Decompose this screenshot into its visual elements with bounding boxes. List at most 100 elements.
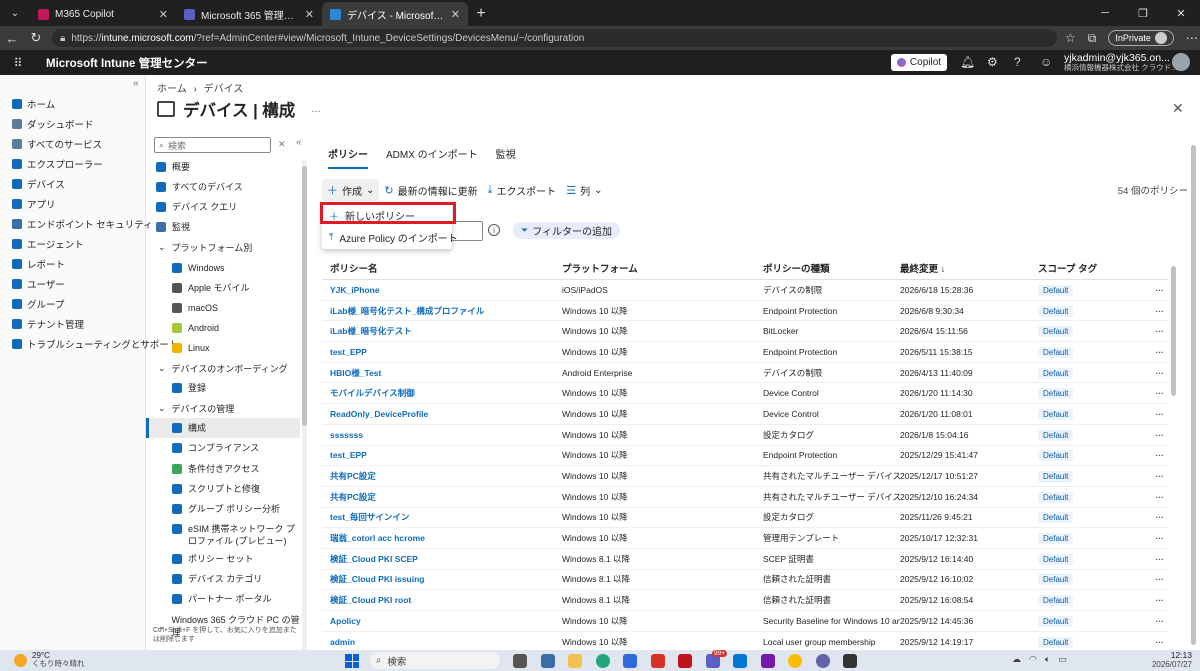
table-row[interactable]: YJK_iPhone iOS/iPadOS デバイスの制限 2026/6/18 15:…	[322, 280, 1168, 301]
clear-search-icon[interactable]: ✕	[278, 139, 286, 150]
onedrive-icon[interactable]: ☁	[1012, 654, 1021, 665]
policy-name-link[interactable]: YJK_iPhone	[322, 285, 562, 295]
columns-button[interactable]: ☰ 列 ⌄	[561, 179, 607, 201]
scrollbar-thumb[interactable]	[302, 166, 307, 426]
mcafee-icon[interactable]	[678, 654, 692, 668]
policy-name-link[interactable]: iLab様_暗号化テスト	[322, 325, 562, 337]
policy-name-link[interactable]: 瑞翁_cotorl acc hcrome	[322, 532, 562, 544]
submenu-search-input[interactable]: ⌕ 検索	[154, 137, 271, 153]
table-row[interactable]: ReadOnly_DeviceProfile Windows 10 以降 Devic…	[322, 404, 1168, 425]
page-more-icon[interactable]: ...	[311, 103, 320, 115]
submenu-scrollbar[interactable]	[302, 160, 307, 650]
policy-name-link[interactable]: test_毎回サインイン	[322, 511, 562, 523]
row-more-icon[interactable]: ···	[1138, 368, 1168, 378]
task-view-icon[interactable]	[513, 654, 527, 668]
row-more-icon[interactable]: ···	[1138, 574, 1168, 584]
submenu-item[interactable]: 概要	[156, 161, 296, 173]
submenu-item[interactable]: デバイス カテゴリ	[172, 573, 296, 585]
table-row[interactable]: 検証_Cloud PKI SCEP Windows 8.1 以降 SCEP 証明書 2…	[322, 549, 1168, 570]
start-icon[interactable]	[345, 654, 359, 668]
browser-tab-copilot[interactable]: M365 Copilot ✕	[30, 2, 176, 26]
policy-name-link[interactable]: sssssss	[322, 430, 562, 440]
submenu-item[interactable]: macOS	[172, 302, 296, 314]
submenu-item[interactable]: eSIM 携帯ネットワーク プロファイル (プレビュー)	[172, 523, 296, 547]
notifications-icon[interactable]: 🔔︎	[960, 55, 975, 69]
extensions-icon[interactable]: ⧉	[1088, 31, 1097, 46]
close-blade-icon[interactable]: ✕	[1172, 100, 1184, 117]
feedback-icon[interactable]: ☺	[1040, 55, 1052, 69]
more-options-icon[interactable]: ⋯	[1186, 31, 1198, 45]
submenu-item[interactable]: すべてのデバイス	[156, 181, 296, 193]
row-more-icon[interactable]: ···	[1138, 595, 1168, 605]
table-row[interactable]: iLab様_暗号化テスト Windows 10 以降 BitLocker 2026/6…	[322, 321, 1168, 343]
submenu-group[interactable]: ⌄ デバイスの管理	[158, 402, 234, 415]
sidebar-item[interactable]: レポート	[12, 257, 65, 271]
account-info[interactable]: yjkadmin@yjk365.on... 横浜情報機器株式会社 クラウド...	[1064, 53, 1177, 73]
favorites-icon[interactable]: ☆	[1065, 31, 1076, 45]
help-icon[interactable]: ?	[1014, 55, 1021, 69]
submenu-item[interactable]: Apple モバイル	[172, 282, 296, 294]
table-row[interactable]: test_EPP Windows 10 以降 Endpoint Protection…	[322, 446, 1168, 467]
submenu-item[interactable]: Android	[172, 322, 296, 334]
battery-icon[interactable]: ▭	[1058, 654, 1067, 665]
app-l-icon[interactable]	[651, 654, 665, 668]
row-more-icon[interactable]: ···	[1138, 492, 1168, 502]
tab-monitor[interactable]: 監視	[496, 146, 516, 169]
col-platform[interactable]: プラットフォーム	[562, 261, 763, 275]
row-more-icon[interactable]: ···	[1138, 347, 1168, 357]
tab-admx-import[interactable]: ADMX のインポート	[386, 146, 478, 169]
app-icon[interactable]	[816, 654, 830, 668]
create-button[interactable]: ＋ 作成 ⌄	[322, 179, 380, 201]
row-more-icon[interactable]: ···	[1138, 512, 1168, 522]
policy-name-link[interactable]: Apolicy	[322, 616, 562, 626]
submenu-item[interactable]: グループ ポリシー分析	[172, 503, 296, 515]
table-row[interactable]: HBIO様_Test Android Enterprise デバイスの制限 2026/…	[322, 363, 1168, 384]
tab-actions-menu[interactable]: ⌄	[0, 0, 30, 26]
sidebar-item[interactable]: グループ	[12, 297, 64, 311]
policy-name-link[interactable]: ReadOnly_DeviceProfile	[322, 409, 562, 419]
submenu-item[interactable]: パートナー ポータル	[172, 593, 296, 605]
sidebar-item[interactable]: すべてのサービス	[12, 137, 102, 151]
close-tab-icon[interactable]: ✕	[159, 8, 168, 21]
row-more-icon[interactable]: ···	[1138, 306, 1168, 316]
browser-tab-m365-admin[interactable]: Microsoft 365 管理センター ✕	[176, 2, 322, 26]
close-tab-icon[interactable]: ✕	[305, 8, 314, 21]
sidebar-item[interactable]: ダッシュボード	[12, 117, 94, 131]
policy-name-link[interactable]: モバイルデバイス制御	[322, 387, 562, 399]
submenu-item[interactable]: スクリプトと修復	[172, 483, 296, 495]
row-more-icon[interactable]: ···	[1138, 554, 1168, 564]
row-more-icon[interactable]: ···	[1138, 450, 1168, 460]
submenu-item[interactable]: Linux	[172, 342, 296, 354]
url-field[interactable]: 🔒︎ https://intune.microsoft.com/?ref=Adm…	[52, 29, 1057, 47]
row-more-icon[interactable]: ···	[1138, 388, 1168, 398]
submenu-item[interactable]: Windows	[172, 262, 296, 274]
submenu-item[interactable]: 構成	[172, 422, 296, 434]
maximize-icon[interactable]: ❐	[1124, 0, 1162, 26]
edge-icon[interactable]	[596, 654, 610, 668]
refresh-icon[interactable]: ↻	[24, 30, 48, 46]
table-row[interactable]: 瑞翁_cotorl acc hcrome Windows 10 以降 管理用テンプレ…	[322, 528, 1168, 549]
collapse-submenu-icon[interactable]: «	[296, 137, 302, 148]
col-policy-name[interactable]: ポリシー名	[322, 261, 562, 275]
policy-name-link[interactable]: test_EPP	[322, 450, 562, 460]
policy-name-link[interactable]: 検証_Cloud PKI SCEP	[322, 553, 562, 565]
sidebar-item[interactable]: デバイス	[12, 177, 65, 191]
snipping-tool-icon[interactable]	[843, 654, 857, 668]
sidebar-item[interactable]: テナント管理	[12, 317, 84, 331]
account-avatar[interactable]	[1172, 53, 1190, 71]
refresh-button[interactable]: ↻ 最新の情報に更新	[379, 179, 482, 201]
outlook-icon[interactable]	[733, 654, 747, 668]
file-explorer-icon[interactable]	[568, 654, 582, 668]
policy-name-link[interactable]: 検証_Cloud PKI root	[322, 594, 562, 606]
sidebar-item[interactable]: アプリ	[12, 197, 56, 211]
policy-name-link[interactable]: test_EPP	[322, 347, 562, 357]
scrollbar-thumb[interactable]	[1191, 145, 1196, 645]
table-row[interactable]: iLab様_暗号化テスト_構成プロファイル Windows 10 以降 Endpoi…	[322, 301, 1168, 322]
table-row[interactable]: 検証_Cloud PKI issuing Windows 8.1 以降 信頼された証…	[322, 570, 1168, 591]
table-row[interactable]: モバイルデバイス制御 Windows 10 以降 Device Control 202…	[322, 383, 1168, 405]
settings-gear-icon[interactable]: ⚙	[987, 55, 998, 69]
sidebar-item[interactable]: エージェント	[12, 237, 84, 251]
table-scrollbar[interactable]	[1170, 256, 1177, 646]
info-icon[interactable]: i	[488, 224, 500, 236]
close-window-icon[interactable]: ✕	[1162, 0, 1200, 26]
